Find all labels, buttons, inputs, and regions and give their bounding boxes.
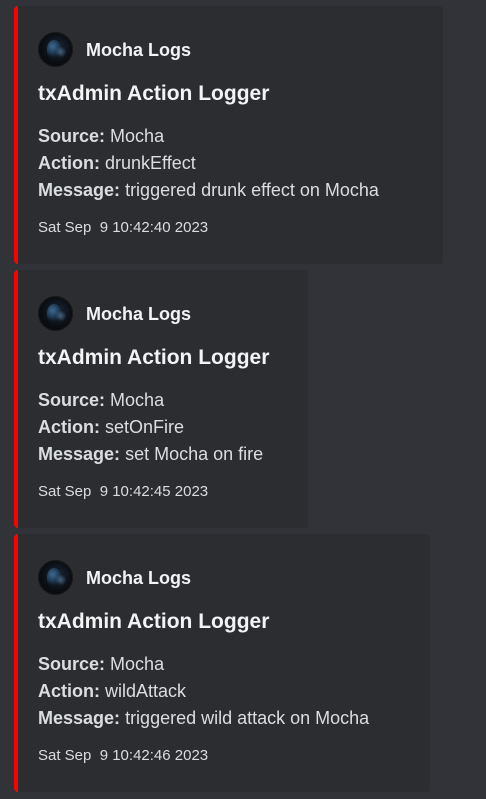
- field-label: Action:: [38, 153, 100, 173]
- embed-fields: Source: Mocha Action: drunkEffect Messag…: [38, 123, 379, 204]
- field-value: wildAttack: [105, 681, 187, 701]
- author-name[interactable]: Mocha Logs: [86, 567, 191, 589]
- field-label: Message:: [38, 180, 121, 200]
- embed-title: txAdmin Action Logger: [38, 346, 270, 369]
- field-source: Source: Mocha: [38, 651, 369, 678]
- avatar-icon[interactable]: [38, 296, 73, 331]
- field-message: Message: triggered wild attack on Mocha: [38, 705, 369, 732]
- field-label: Source:: [38, 390, 106, 410]
- embed-author: Mocha Logs: [38, 32, 191, 67]
- field-value: triggered drunk effect on Mocha: [125, 180, 379, 200]
- field-action: Action: setOnFire: [38, 414, 263, 441]
- field-value: set Mocha on fire: [125, 444, 264, 464]
- embed-timestamp: Sat Sep 9 10:42:46 2023: [38, 747, 209, 764]
- avatar-icon[interactable]: [38, 32, 73, 67]
- field-value: Mocha: [110, 126, 165, 146]
- field-action: Action: wildAttack: [38, 678, 369, 705]
- field-source: Source: Mocha: [38, 387, 263, 414]
- embed-timestamp: Sat Sep 9 10:42:40 2023: [38, 219, 209, 236]
- embed-title: txAdmin Action Logger: [38, 82, 270, 105]
- log-embed: Mocha Logs txAdmin Action Logger Source:…: [14, 534, 430, 792]
- field-message: Message: triggered drunk effect on Mocha: [38, 177, 379, 204]
- field-label: Message:: [38, 444, 121, 464]
- message-feed: Mocha Logs txAdmin Action Logger Source:…: [0, 0, 486, 799]
- embed-timestamp: Sat Sep 9 10:42:45 2023: [38, 483, 209, 500]
- field-value: drunkEffect: [105, 153, 196, 173]
- avatar-icon[interactable]: [38, 560, 73, 595]
- field-label: Source:: [38, 126, 106, 146]
- embed-fields: Source: Mocha Action: setOnFire Message:…: [38, 387, 263, 468]
- field-source: Source: Mocha: [38, 123, 379, 150]
- field-message: Message: set Mocha on fire: [38, 441, 263, 468]
- embed-title: txAdmin Action Logger: [38, 610, 270, 633]
- field-value: triggered wild attack on Mocha: [125, 708, 370, 728]
- field-label: Source:: [38, 654, 106, 674]
- field-value: Mocha: [110, 654, 165, 674]
- embed-author: Mocha Logs: [38, 560, 191, 595]
- author-name[interactable]: Mocha Logs: [86, 303, 191, 325]
- field-label: Action:: [38, 417, 100, 437]
- embed-author: Mocha Logs: [38, 296, 191, 331]
- log-embed: Mocha Logs txAdmin Action Logger Source:…: [14, 6, 443, 264]
- field-value: Mocha: [110, 390, 165, 410]
- author-name[interactable]: Mocha Logs: [86, 39, 191, 61]
- field-action: Action: drunkEffect: [38, 150, 379, 177]
- field-value: setOnFire: [105, 417, 185, 437]
- field-label: Message:: [38, 708, 121, 728]
- log-embed: Mocha Logs txAdmin Action Logger Source:…: [14, 270, 308, 528]
- field-label: Action:: [38, 681, 100, 701]
- embed-fields: Source: Mocha Action: wildAttack Message…: [38, 651, 369, 732]
